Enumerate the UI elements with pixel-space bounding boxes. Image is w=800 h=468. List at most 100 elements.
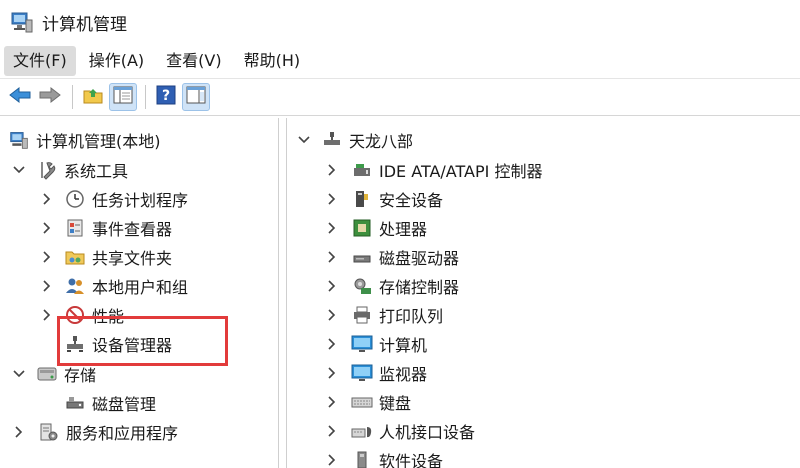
title-bar: 计算机管理 [0,0,800,44]
chevron-down-icon[interactable] [12,367,26,381]
highlight-box [57,316,228,366]
device-category[interactable]: 安全设备 [325,184,443,213]
chevron-right-icon[interactable] [325,163,339,177]
chevron-right-icon[interactable] [12,425,26,439]
forward-button[interactable] [36,83,64,111]
chevron-right-icon[interactable] [325,221,339,235]
storage-controller-icon [351,275,373,297]
help-icon: ? [156,85,176,109]
tree-item-disk-management[interactable]: 磁盘管理 [64,388,156,417]
toolbar: ? [0,78,800,116]
window-title: 计算机管理 [42,14,127,35]
chevron-right-icon[interactable] [40,308,54,322]
computer-management-icon [10,10,34,34]
device-category[interactable]: 磁盘驱动器 [325,242,459,271]
tree-item-event-viewer[interactable]: 事件查看器 [40,213,172,242]
chevron-down-icon[interactable] [12,163,26,177]
menu-bar: 文件(F) 操作(A) 查看(V) 帮助(H) [0,44,800,78]
device-category[interactable]: IDE ATA/ATAPI 控制器 [325,155,542,184]
chevron-right-icon[interactable] [325,395,339,409]
device-category[interactable]: 监视器 [325,358,427,387]
clock-icon [64,188,86,210]
menu-file[interactable]: 文件(F) [4,46,76,76]
device-category[interactable]: 人机接口设备 [325,416,475,445]
tree-item-services-apps[interactable]: 服务和应用程序 [12,417,178,446]
users-icon [64,275,86,297]
tree-item-label: 本地用户和组 [92,277,189,297]
computer-icon [351,333,373,355]
computer-root-icon [321,129,343,151]
tree-item-label: 事件查看器 [92,219,173,239]
storage-icon [36,363,58,385]
device-category-label: IDE ATA/ATAPI 控制器 [379,161,543,181]
back-button[interactable] [6,83,34,111]
chevron-right-icon[interactable] [325,453,339,467]
menu-action[interactable]: 操作(A) [80,46,153,76]
chevron-right-icon[interactable] [40,192,54,206]
up-level-button[interactable] [79,83,107,111]
tree-item-label: 计算机管理(本地) [36,131,161,151]
monitor-icon [351,362,373,384]
device-category-label: 监视器 [379,364,428,384]
help-button[interactable]: ? [152,83,180,111]
chevron-right-icon[interactable] [325,424,339,438]
device-list-pane[interactable]: 天龙八部 IDE ATA/ATAPI 控制器 安全设备 处理器 磁盘驱动器 存储… [286,118,800,468]
device-category[interactable]: 存储控制器 [325,271,459,300]
device-category-label: 人机接口设备 [379,422,476,442]
computer-name: 天龙八部 [349,131,414,151]
show-tree-icon [113,86,133,108]
device-category[interactable]: 打印队列 [325,300,443,329]
chevron-right-icon[interactable] [325,192,339,206]
tree-item-shared-folders[interactable]: 共享文件夹 [40,242,172,271]
show-hide-action-pane-button[interactable] [182,83,210,111]
device-category[interactable]: 处理器 [325,213,427,242]
chevron-right-icon[interactable] [325,366,339,380]
device-category[interactable]: 软件设备 [325,445,443,468]
system-tools-icon [36,159,58,181]
device-category-label: 存储控制器 [379,277,460,297]
keyboard-icon [351,391,373,413]
svg-text:?: ? [162,88,170,104]
device-category-label: 磁盘驱动器 [379,248,460,268]
chevron-right-icon[interactable] [325,279,339,293]
disk-drive-icon [351,246,373,268]
device-category[interactable]: 计算机 [325,329,427,358]
disk-management-icon [64,392,86,414]
device-category-label: 键盘 [379,393,412,413]
chevron-right-icon[interactable] [325,250,339,264]
services-icon [38,421,60,443]
action-pane-icon [186,86,206,108]
processor-icon [351,217,373,239]
chevron-down-icon[interactable] [297,133,311,147]
tree-item-local-users[interactable]: 本地用户和组 [40,271,188,300]
back-arrow-icon [9,86,31,108]
tree-item-system-tools[interactable]: 系统工具 [12,155,128,184]
up-folder-icon [82,85,104,109]
device-category-label: 计算机 [379,335,428,355]
device-category-label: 安全设备 [379,190,444,210]
device-category[interactable]: 键盘 [325,387,411,416]
tree-item-label: 服务和应用程序 [66,423,179,443]
chevron-right-icon[interactable] [325,337,339,351]
device-category-label: 处理器 [379,219,428,239]
tree-item-task-scheduler[interactable]: 任务计划程序 [40,184,188,213]
computer-management-icon [8,129,30,151]
hid-icon [351,420,373,442]
tree-item-root[interactable]: 计算机管理(本地) [8,125,161,154]
tree-item-label: 共享文件夹 [92,248,173,268]
tree-item-label: 磁盘管理 [92,394,157,414]
chevron-right-icon[interactable] [40,221,54,235]
chevron-right-icon[interactable] [40,279,54,293]
chevron-right-icon[interactable] [325,308,339,322]
device-category-label: 软件设备 [379,451,444,468]
tree-item-label: 系统工具 [64,161,129,181]
show-hide-tree-button[interactable] [109,83,137,111]
forward-arrow-icon [39,86,61,108]
menu-view[interactable]: 查看(V) [157,46,230,76]
console-tree-pane[interactable]: 计算机管理(本地) 系统工具 任务计划程序 事件查看器 共享文件夹 本地用户和组… [0,118,279,468]
menu-help[interactable]: 帮助(H) [235,46,310,76]
software-device-icon [351,449,373,468]
device-root[interactable]: 天龙八部 [297,125,413,154]
toolbar-separator [72,85,73,109]
chevron-right-icon[interactable] [40,250,54,264]
